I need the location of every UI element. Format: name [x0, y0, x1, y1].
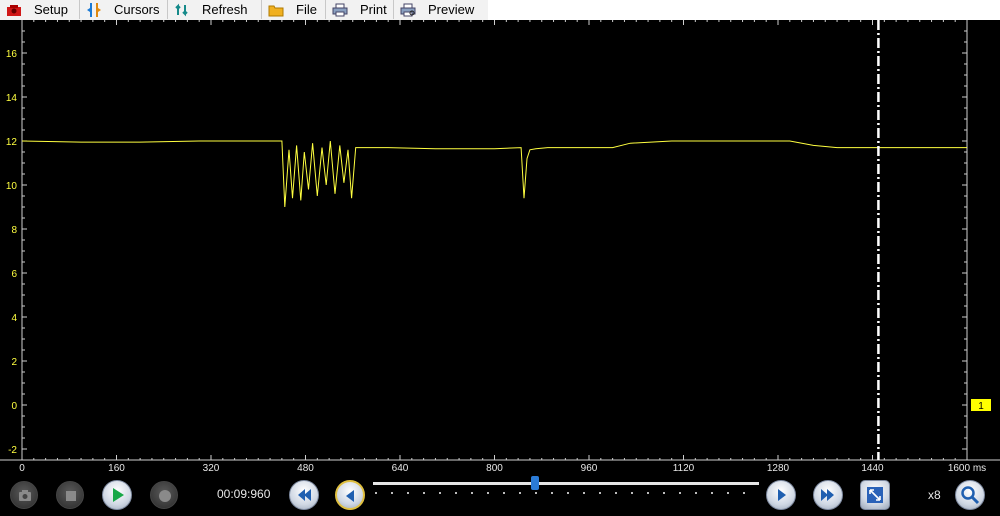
zoom-fit-icon — [861, 487, 889, 513]
y-tick-label: 0 — [11, 401, 17, 412]
stop-icon — [57, 491, 85, 514]
scrub-thumb[interactable] — [531, 476, 540, 490]
step-back-button[interactable] — [335, 480, 365, 510]
setup-label: Setup — [34, 2, 68, 17]
channel-marker-label: 1 — [978, 401, 984, 412]
scrub-tick — [519, 492, 521, 494]
file-label: File — [296, 2, 317, 17]
y-tick-label: 2 — [11, 357, 17, 368]
y-tick-label: 12 — [6, 137, 18, 148]
skip-back-button[interactable] — [289, 480, 319, 510]
signal-trace — [21, 140, 967, 208]
cursors-label: Cursors — [114, 2, 160, 17]
print-button[interactable]: Print — [326, 0, 394, 19]
x-tick-label: 480 — [297, 463, 314, 474]
zoom-fit-button[interactable] — [860, 480, 890, 510]
y-tick-label: 14 — [6, 93, 18, 104]
x-tick-label: 1440 — [861, 463, 884, 474]
scrub-tick — [391, 492, 393, 494]
step-forward-button[interactable] — [766, 480, 796, 510]
x-tick-label: 800 — [486, 463, 503, 474]
zoom-level: x8 — [928, 488, 941, 502]
step-forward-icon — [767, 489, 795, 513]
scrub-tick — [535, 492, 537, 494]
x-tick-label: 1120 — [673, 463, 695, 474]
setup-button[interactable]: Setup — [0, 0, 80, 19]
play-button[interactable] — [102, 480, 132, 510]
scope-plot[interactable]: 16 14 12 10 8 6 4 2 0 -2 0 160 320 480 640 800 960 1120 12… — [0, 20, 1000, 474]
y-tick-label: 8 — [11, 225, 17, 236]
camera-icon — [11, 490, 39, 514]
x-tick-label: 640 — [392, 463, 409, 474]
scrub-tick — [503, 492, 505, 494]
record-button[interactable] — [150, 481, 178, 509]
scrub-tick — [439, 492, 441, 494]
scrub-tick — [471, 492, 473, 494]
y-tick-label: 16 — [6, 49, 18, 60]
scrub-tick — [663, 492, 665, 494]
file-button[interactable]: File — [262, 0, 326, 19]
scrub-tick — [647, 492, 649, 494]
scrub-tick — [599, 492, 601, 494]
toolbar-group: Setup Cursors Refresh File Print Preview — [0, 0, 488, 21]
scrub-ticks — [375, 492, 745, 494]
refresh-button[interactable]: Refresh — [168, 0, 262, 19]
x-tick-label: 960 — [581, 463, 598, 474]
cursors-button[interactable]: Cursors — [80, 0, 168, 19]
stop-button[interactable] — [56, 481, 84, 509]
waveform-chart: 1614121086420-20 160 320 480 640 800 960 1120 12… — [0, 20, 1000, 474]
scrub-tick — [631, 492, 633, 494]
scrub-tick — [567, 492, 569, 494]
y-tick-label: 10 — [6, 181, 18, 192]
y-tick-label: -2 — [8, 445, 17, 456]
skip-back-icon — [290, 489, 318, 513]
printer-icon — [332, 3, 348, 17]
scrub-tick — [679, 492, 681, 494]
scrub-tick — [487, 492, 489, 494]
scrub-tick — [727, 492, 729, 494]
print-preview-icon — [400, 3, 416, 17]
x-tick-label: 0 — [19, 463, 25, 474]
folder-icon — [268, 3, 284, 17]
scrub-tick — [695, 492, 697, 494]
scrub-tick — [711, 492, 713, 494]
x-tick-label: 160 — [108, 463, 125, 474]
play-icon — [103, 488, 131, 513]
refresh-label: Refresh — [202, 2, 248, 17]
y-tick-label: 6 — [11, 269, 17, 280]
magnifier-button[interactable] — [955, 480, 985, 510]
scrub-tick — [743, 492, 745, 494]
skip-forward-icon — [814, 489, 842, 513]
camera-button[interactable] — [10, 481, 38, 509]
magnifier-icon — [956, 486, 984, 513]
skip-forward-button[interactable] — [813, 480, 843, 510]
x-tick-label: 320 — [203, 463, 220, 474]
scrub-tick — [423, 492, 425, 494]
step-back-icon — [337, 490, 365, 514]
timecode-readout: 00:09:960 — [217, 487, 271, 501]
x-tick-label: 1600 ms — [948, 463, 986, 474]
y-tick-label: 4 — [11, 313, 17, 324]
scrub-tick — [375, 492, 377, 494]
preview-label: Preview — [428, 2, 475, 17]
setup-icon — [6, 3, 22, 17]
x-tick-label: 1280 — [767, 463, 790, 474]
scrub-tick — [583, 492, 585, 494]
scrub-tick — [455, 492, 457, 494]
scrub-tick — [615, 492, 617, 494]
refresh-icon — [174, 3, 190, 17]
cursors-icon — [86, 2, 102, 17]
toolbar: Setup Cursors Refresh File Print Preview — [0, 0, 1000, 21]
record-icon — [151, 490, 179, 514]
scrub-track[interactable] — [373, 482, 759, 485]
scrub-tick — [551, 492, 553, 494]
print-label: Print — [360, 2, 387, 17]
preview-button[interactable]: Preview — [394, 0, 488, 19]
playback-controls: 00:09:960 x8 — [0, 474, 1000, 516]
scrub-tick — [407, 492, 409, 494]
